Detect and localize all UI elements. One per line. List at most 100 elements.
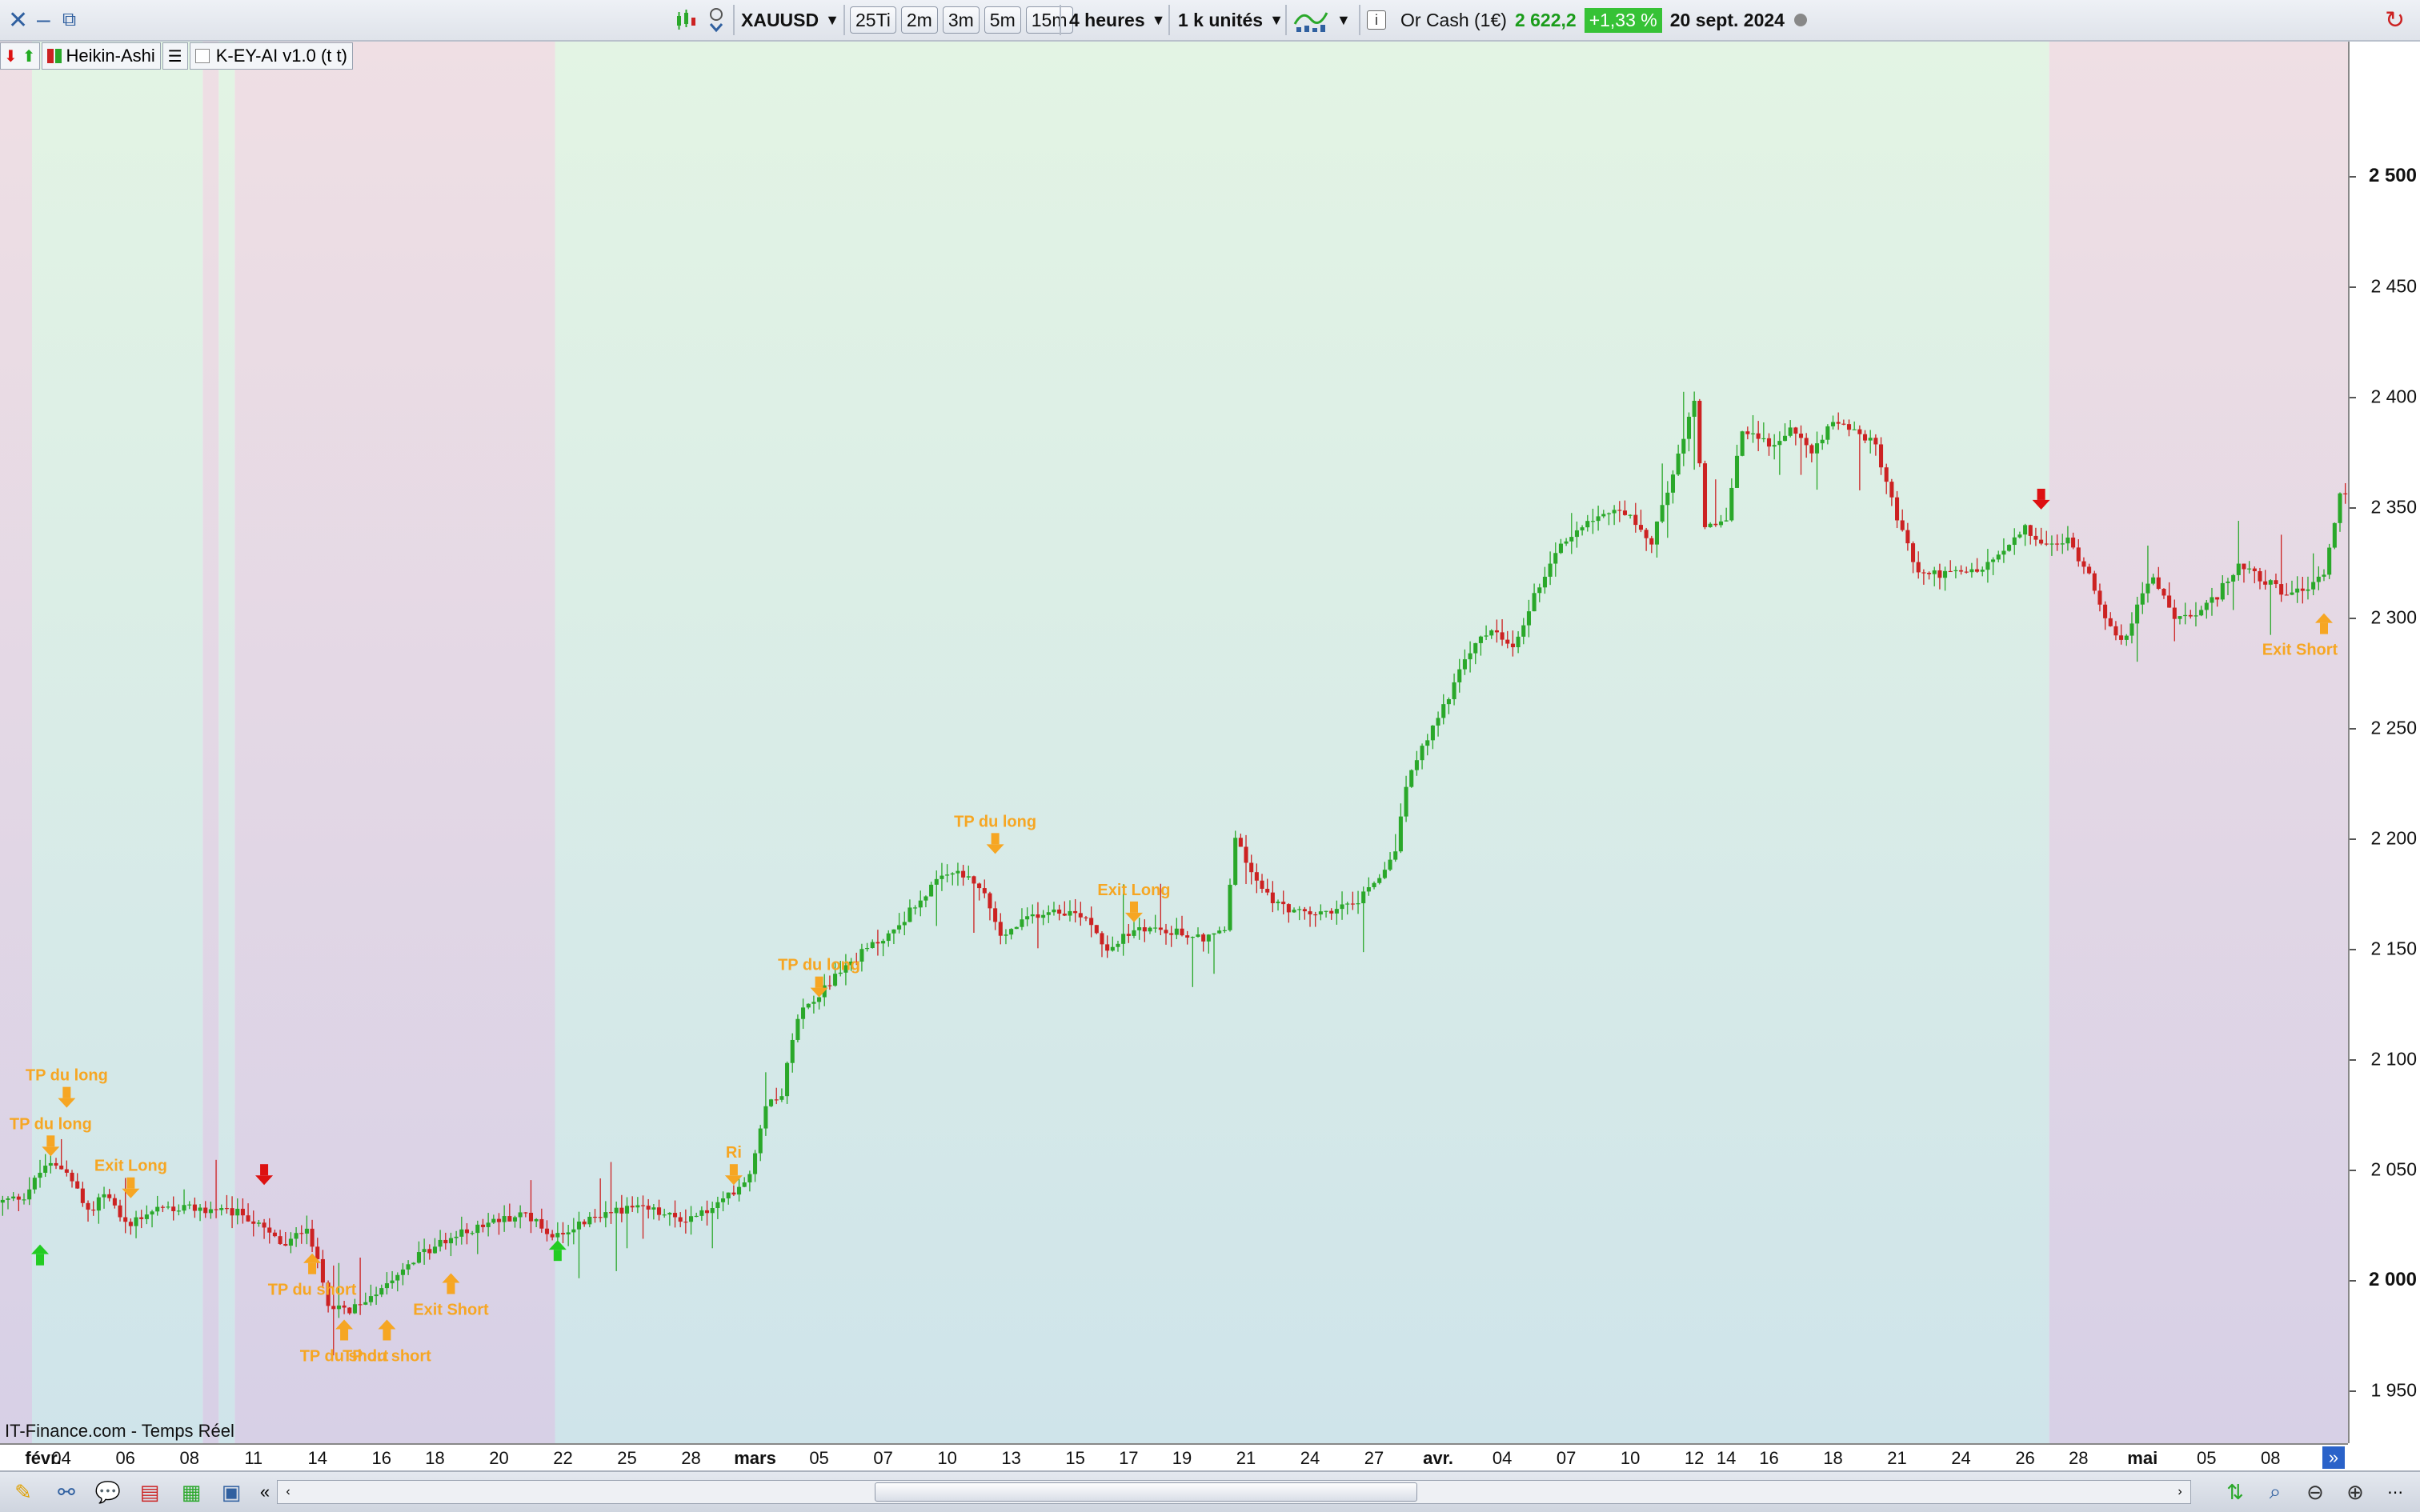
chart-canvas[interactable]: TP du long TP du long Exit Long TP du short… [0,42,2348,1443]
info-icon[interactable]: i [1367,6,1386,34]
candle-body [918,900,923,908]
time-axis[interactable]: » févr. 04 06 08 11 14 16 18 20 22 25 28 mars 05 07 10 1… [0,1443,2348,1472]
scroll-right-icon[interactable]: › [2170,1481,2190,1503]
candle-body [769,1099,774,1106]
candle-body [1441,704,1446,718]
more-options-icon[interactable]: ⋯ [2382,1478,2409,1506]
time-tick-label: 14 [1716,1448,1737,1468]
chat-icon[interactable]: 💬 [94,1478,122,1506]
depth-icon[interactable]: ▦ [178,1478,205,1506]
auto-scale-icon[interactable]: ⇅ [2222,1478,2249,1506]
candle-body [1985,562,1990,570]
timeframe-selector[interactable]: 4 heures ▼ [1069,6,1165,34]
last-price: 2 622,2 [1514,9,1577,30]
units-selector[interactable]: 1 k unités ▼ [1178,6,1284,34]
candle-body [2146,583,2150,594]
time-tick-label: 13 [1001,1448,1021,1468]
price-chart[interactable]: TP du long TP du long Exit Long TP du short… [0,42,2348,1443]
indicator-k-ey-ai[interactable]: K-EY-AI v1.0 (t t) [189,42,353,70]
chevron-down-icon[interactable]: ▼ [1336,6,1351,34]
candle-body [198,1207,202,1211]
scroll-left-icon[interactable]: ‹ [278,1481,298,1503]
candle-body [480,1224,486,1227]
candle-body [2012,537,2017,546]
checkbox-icon[interactable] [194,49,210,63]
candle-body [1825,426,1830,440]
candle-body [432,1246,437,1254]
candle-body [48,1162,53,1166]
candle-body [96,1197,101,1211]
candle-body [1366,886,1371,892]
candle-body [1052,909,1056,913]
share-icon[interactable]: ⚯ [53,1478,80,1506]
tf-3m-button[interactable]: 3m [942,6,980,34]
signal-label: Ri [726,1144,742,1162]
link-instrument-icon[interactable] [706,6,727,34]
candle-body [614,1207,619,1214]
ticks-button[interactable]: 25Ti [850,6,896,34]
candle-body [459,1229,464,1237]
time-tick-label: 10 [937,1448,957,1468]
tf-2m-button[interactable]: 2m [900,6,938,34]
top-toolbar: ✕ – ⧉ XAUUSD ▼ 25Ti 2m 3m 5m 15m 4 heure… [0,0,2420,42]
zoom-fit-icon[interactable]: ⌕ [2262,1478,2289,1506]
scrollbar-thumb[interactable] [875,1482,1417,1502]
chart-type-heikin-ashi[interactable]: Heikin-Ashi [41,42,161,70]
candle-body [977,883,982,889]
arrow-down-red-icon[interactable]: ⬇ [4,46,18,66]
collapse-left-icon[interactable]: « [251,1478,278,1506]
candle-body [1292,910,1296,913]
zone-bear [202,42,219,1443]
candle-body [1446,699,1451,705]
time-tick-label: 21 [1236,1448,1256,1468]
horizontal-scrollbar[interactable]: ‹ › [277,1480,2191,1504]
instrument-selector[interactable]: XAUUSD ▼ [741,6,839,34]
restore-window-icon[interactable]: ⧉ [62,6,76,34]
list-icon[interactable]: ☰ [162,42,188,70]
time-tick-label: mars [734,1448,776,1468]
candle-body [1468,653,1472,660]
candle-body [374,1294,379,1297]
time-tick-label: 14 [307,1448,327,1468]
time-tick-label: 11 [244,1448,263,1468]
sort-buttons[interactable]: ⬇ ⬆ [0,42,40,70]
close-window-icon[interactable]: ✕ [8,6,28,34]
candle-body [2060,543,2065,545]
candle-body [262,1222,266,1228]
candle-body [2017,534,2022,538]
zoom-in-icon[interactable]: ⊕ [2342,1478,2369,1506]
scroll-right-icon[interactable]: » [2322,1446,2345,1469]
minimize-window-icon[interactable]: – [37,6,50,34]
arrow-up-green-icon[interactable]: ⬆ [22,46,36,66]
candle-body [1542,576,1547,588]
candle-body [560,1233,566,1235]
candle-body [902,922,907,926]
candle-body [400,1269,405,1275]
window-icon[interactable]: ▣ [218,1478,245,1506]
signal-label: Exit Short [413,1302,489,1319]
zoom-out-icon[interactable]: ⊖ [2302,1478,2329,1506]
data-source-label: IT-Finance.com - Temps Réel [5,1421,234,1441]
candle-body [1212,933,1216,935]
tf-5m-button[interactable]: 5m [984,6,1021,34]
candlestick-icon[interactable] [674,6,698,34]
indicator-chart-icon[interactable] [1293,6,1328,34]
candle-body [2242,563,2246,570]
refresh-icon[interactable]: ↻ [2385,6,2405,34]
candle-body [2140,593,2145,605]
order-book-icon[interactable]: ▤ [136,1478,163,1506]
price-axis[interactable]: 2 500 2 450 2 400 2 350 2 300 2 250 2 200 2 150… [2348,42,2420,1443]
pencil-drawing-icon[interactable]: ✎ [10,1478,37,1506]
candle-body [240,1208,245,1216]
candle-body [592,1216,598,1218]
candle-body [272,1232,277,1237]
candle-body [1430,725,1435,741]
candle-body [2001,550,2006,555]
candle-body [753,1153,758,1174]
candle-body [144,1214,149,1219]
candle-body [550,1234,555,1238]
zone-bull [218,42,235,1443]
candle-body [1569,537,1574,542]
tf-15m-button[interactable]: 15m [1025,6,1073,34]
quote-date: 20 sept. 2024 [1669,9,1785,30]
